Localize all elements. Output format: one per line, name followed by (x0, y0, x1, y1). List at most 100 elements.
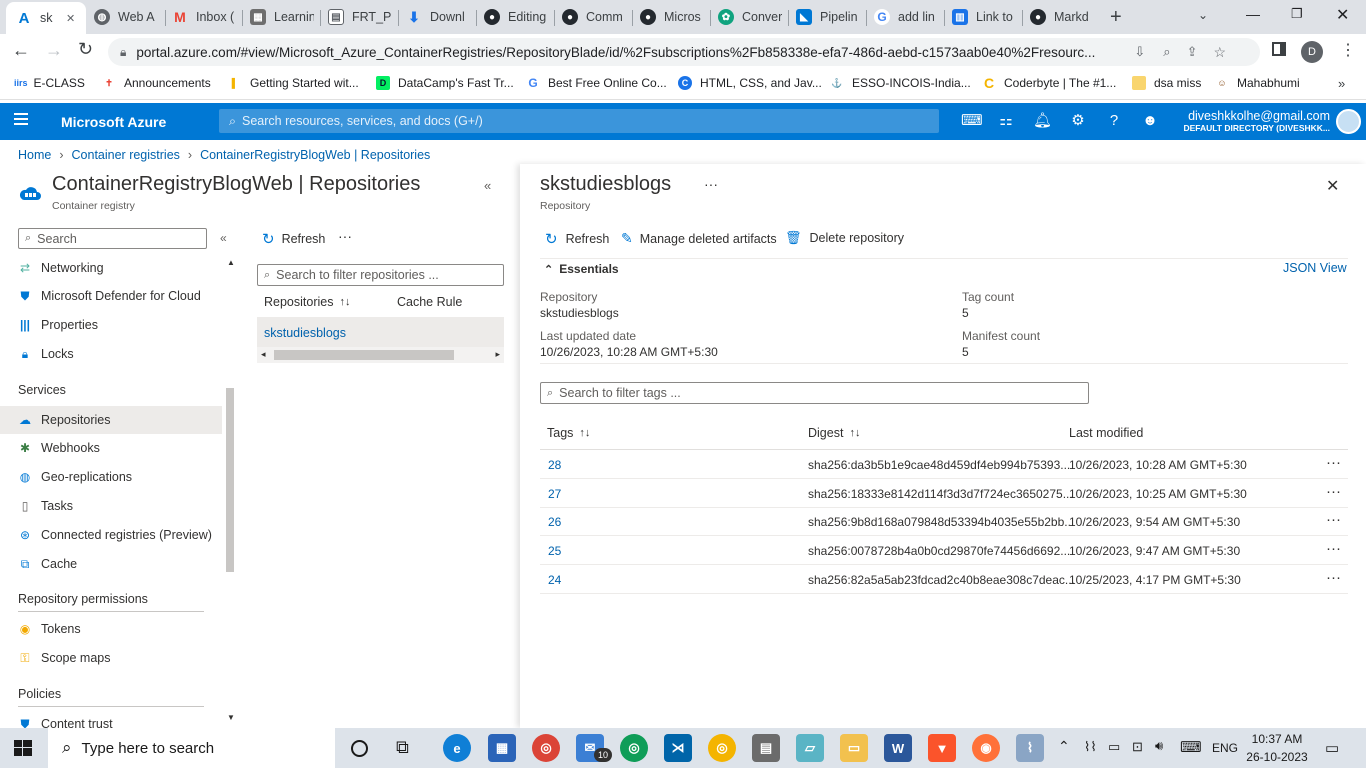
bookmark-item[interactable]: D DataCamp's Fast Tr... (376, 76, 514, 90)
menu-item-connected-registries[interactable]: ⊛ Connected registries (Preview) (0, 521, 222, 549)
scroll-right-icon[interactable]: ▸ (495, 349, 500, 360)
tag-link[interactable]: 27 (548, 487, 561, 501)
browser-tab-active[interactable]: A sk ✕ (6, 2, 86, 34)
tag-row[interactable]: 28 sha256:da3b5b1e9cae48d459df4eb994b753… (540, 450, 1348, 479)
menu-item-locks[interactable]: 🔒︎ Locks (0, 340, 222, 368)
word-icon[interactable]: W (884, 734, 912, 762)
language-indicator[interactable]: ENG (1212, 741, 1238, 755)
detail-more-icon[interactable]: ··· (704, 176, 718, 192)
column-repositories[interactable]: Repositories ↑↓ (264, 295, 350, 309)
menu-scrollbar[interactable]: ▲ ▼ (224, 258, 236, 726)
menu-item-repositories[interactable]: ☁ Repositories (0, 406, 222, 434)
store-icon[interactable]: ▦ (488, 734, 516, 762)
chrome-icon[interactable]: ◎ (532, 734, 560, 762)
row-more-icon[interactable]: ··· (1326, 569, 1341, 586)
scroll-left-icon[interactable]: ◂ (261, 349, 266, 360)
user-avatar[interactable] (1336, 109, 1361, 134)
vscode-icon[interactable]: ⋊ (664, 734, 692, 762)
browser-tab[interactable]: ● Editing (484, 4, 548, 30)
tag-row[interactable]: 27 sha256:18333e8142d114f3d3d7f724ec3650… (540, 479, 1348, 508)
repo-refresh-button[interactable]: ↻ Refresh (262, 230, 325, 248)
tag-row[interactable]: 26 sha256:9b8d168a079848d53394b4035e55b2… (540, 507, 1348, 536)
collapse-menu-icon[interactable]: « (220, 231, 227, 245)
close-tab-icon[interactable]: ✕ (66, 12, 75, 25)
repo-row-selected[interactable]: skstudiesblogs (257, 317, 504, 347)
browser-tab[interactable]: ▥ Link to (952, 4, 1016, 30)
tag-link[interactable]: 24 (548, 573, 561, 587)
bookmark-star-icon[interactable]: ☆ (1213, 44, 1226, 61)
column-digest[interactable]: Digest ↑↓ (808, 426, 860, 440)
menu-item-scope-maps[interactable]: ⚿ Scope maps (0, 644, 222, 672)
bookmark-item[interactable]: ▌ Getting Started wit... (228, 76, 359, 90)
menu-item-cache[interactable]: ⧉ Cache (0, 550, 222, 578)
keyboard-icon[interactable]: ⌨ (1180, 738, 1202, 756)
task-manager-icon[interactable]: ⌇ (1016, 734, 1044, 762)
menu-item-networking[interactable]: ⇄ Networking (0, 254, 222, 282)
settings-icon[interactable]: ⚙ (1069, 112, 1087, 130)
menu-item-tasks[interactable]: ▯ Tasks (0, 492, 222, 520)
forward-icon[interactable]: → (45, 40, 63, 61)
tab-search-chevron-icon[interactable]: ⌄ (1198, 8, 1208, 22)
zoom-icon[interactable]: ⌕ (1163, 44, 1170, 60)
collapse-blade-icon[interactable]: « (484, 178, 491, 193)
browser-tab[interactable]: ✿ Conver (718, 4, 782, 30)
side-panel-icon[interactable] (1272, 42, 1286, 56)
edge-icon[interactable]: e (443, 734, 471, 762)
reload-icon[interactable]: ↻ (78, 39, 93, 60)
restore-icon[interactable]: ❐ (1291, 6, 1303, 22)
browser-tab[interactable]: ◣ Pipelin (796, 4, 860, 30)
azure-brand[interactable]: Microsoft Azure (61, 114, 166, 130)
profile-avatar[interactable]: D (1301, 41, 1323, 63)
column-tags[interactable]: Tags ↑↓ (547, 426, 590, 440)
new-tab-icon[interactable]: + (1110, 6, 1122, 29)
back-icon[interactable]: ← (12, 40, 30, 61)
tag-link[interactable]: 26 (548, 515, 561, 529)
bookmark-item[interactable]: iirs E-CLASS (14, 76, 85, 90)
repo-horizontal-scrollbar[interactable]: ◂ ▸ (257, 347, 504, 363)
tag-row[interactable]: 25 sha256:0078728b4a0b0cd29870fe74456d66… (540, 536, 1348, 565)
chevron-up-icon[interactable]: ⌃ (1058, 738, 1070, 755)
menu-item-properties[interactable]: ||| Properties (0, 311, 222, 339)
network-icon[interactable]: ⊡ (1132, 739, 1143, 755)
breadcrumb-home[interactable]: Home (18, 148, 51, 162)
bookmark-item[interactable]: ✝ Announcements (102, 76, 211, 90)
firefox-icon[interactable]: ◉ (972, 734, 1000, 762)
bookmark-item[interactable]: ⚓ ESSO-INCOIS-India... (830, 76, 970, 90)
bookmark-item[interactable]: C Coderbyte | The #1... (982, 75, 1116, 91)
notes-icon[interactable]: ▱ (796, 734, 824, 762)
notifications-icon[interactable]: 🔔︎ (1033, 112, 1052, 130)
menu-item-defender[interactable]: ⛊ Microsoft Defender for Cloud (0, 282, 222, 310)
account-info[interactable]: diveshkkolhe@gmail.com DEFAULT DIRECTORY… (1180, 109, 1330, 133)
row-more-icon[interactable]: ··· (1326, 511, 1341, 528)
azure-global-search[interactable]: ⌕ Search resources, services, and docs (… (219, 109, 939, 133)
volume-icon[interactable]: 🔊︎ (1155, 738, 1163, 754)
tag-filter-input[interactable]: ⌕ Search to filter tags ... (540, 382, 1089, 404)
detail-refresh-button[interactable]: ↻ Refresh (545, 230, 609, 248)
delete-repository-button[interactable]: 🗑︎ Delete repository (785, 230, 904, 246)
browser-tab[interactable]: Gadd lin (874, 4, 938, 30)
more-bookmarks-icon[interactable]: » (1338, 76, 1345, 91)
battery-icon[interactable]: ▭ (1108, 739, 1120, 755)
row-more-icon[interactable]: ··· (1326, 454, 1341, 471)
browser-menu-icon[interactable]: ⋮ (1340, 40, 1356, 60)
clock[interactable]: 10:37 AM 26-10-2023 (1246, 732, 1308, 764)
windows-start-icon[interactable] (14, 740, 32, 756)
browser-tab[interactable]: ▤ FRT_Pr (328, 4, 392, 30)
browser-tab[interactable]: ● Markd (1030, 4, 1094, 30)
browser-tab[interactable]: M Inbox ( (172, 4, 236, 30)
browser-tab[interactable]: ▦ Learnin (250, 4, 314, 30)
calculator-icon[interactable]: ▤ (752, 734, 780, 762)
repo-link[interactable]: skstudiesblogs (264, 326, 346, 340)
breadcrumb-container-registries[interactable]: Container registries (72, 148, 180, 162)
chrome-profile-icon[interactable]: ◎ (620, 734, 648, 762)
share-icon[interactable]: ⇪ (1187, 44, 1198, 60)
tag-link[interactable]: 28 (548, 458, 561, 472)
tag-row[interactable]: 24 sha256:82a5a5ab23fdcad2c40b8eae308c7d… (540, 565, 1348, 594)
browser-tab[interactable]: ◍ Web A (94, 4, 158, 30)
portal-menu-icon[interactable] (14, 113, 28, 125)
json-view-link[interactable]: JSON View (1283, 261, 1347, 275)
brave-icon[interactable]: ▼ (928, 734, 956, 762)
row-more-icon[interactable]: ··· (1326, 483, 1341, 500)
taskbar-search[interactable]: ⌕ Type here to search (48, 728, 335, 768)
breadcrumb-registry-repositories[interactable]: ContainerRegistryBlogWeb | Repositories (200, 148, 430, 162)
